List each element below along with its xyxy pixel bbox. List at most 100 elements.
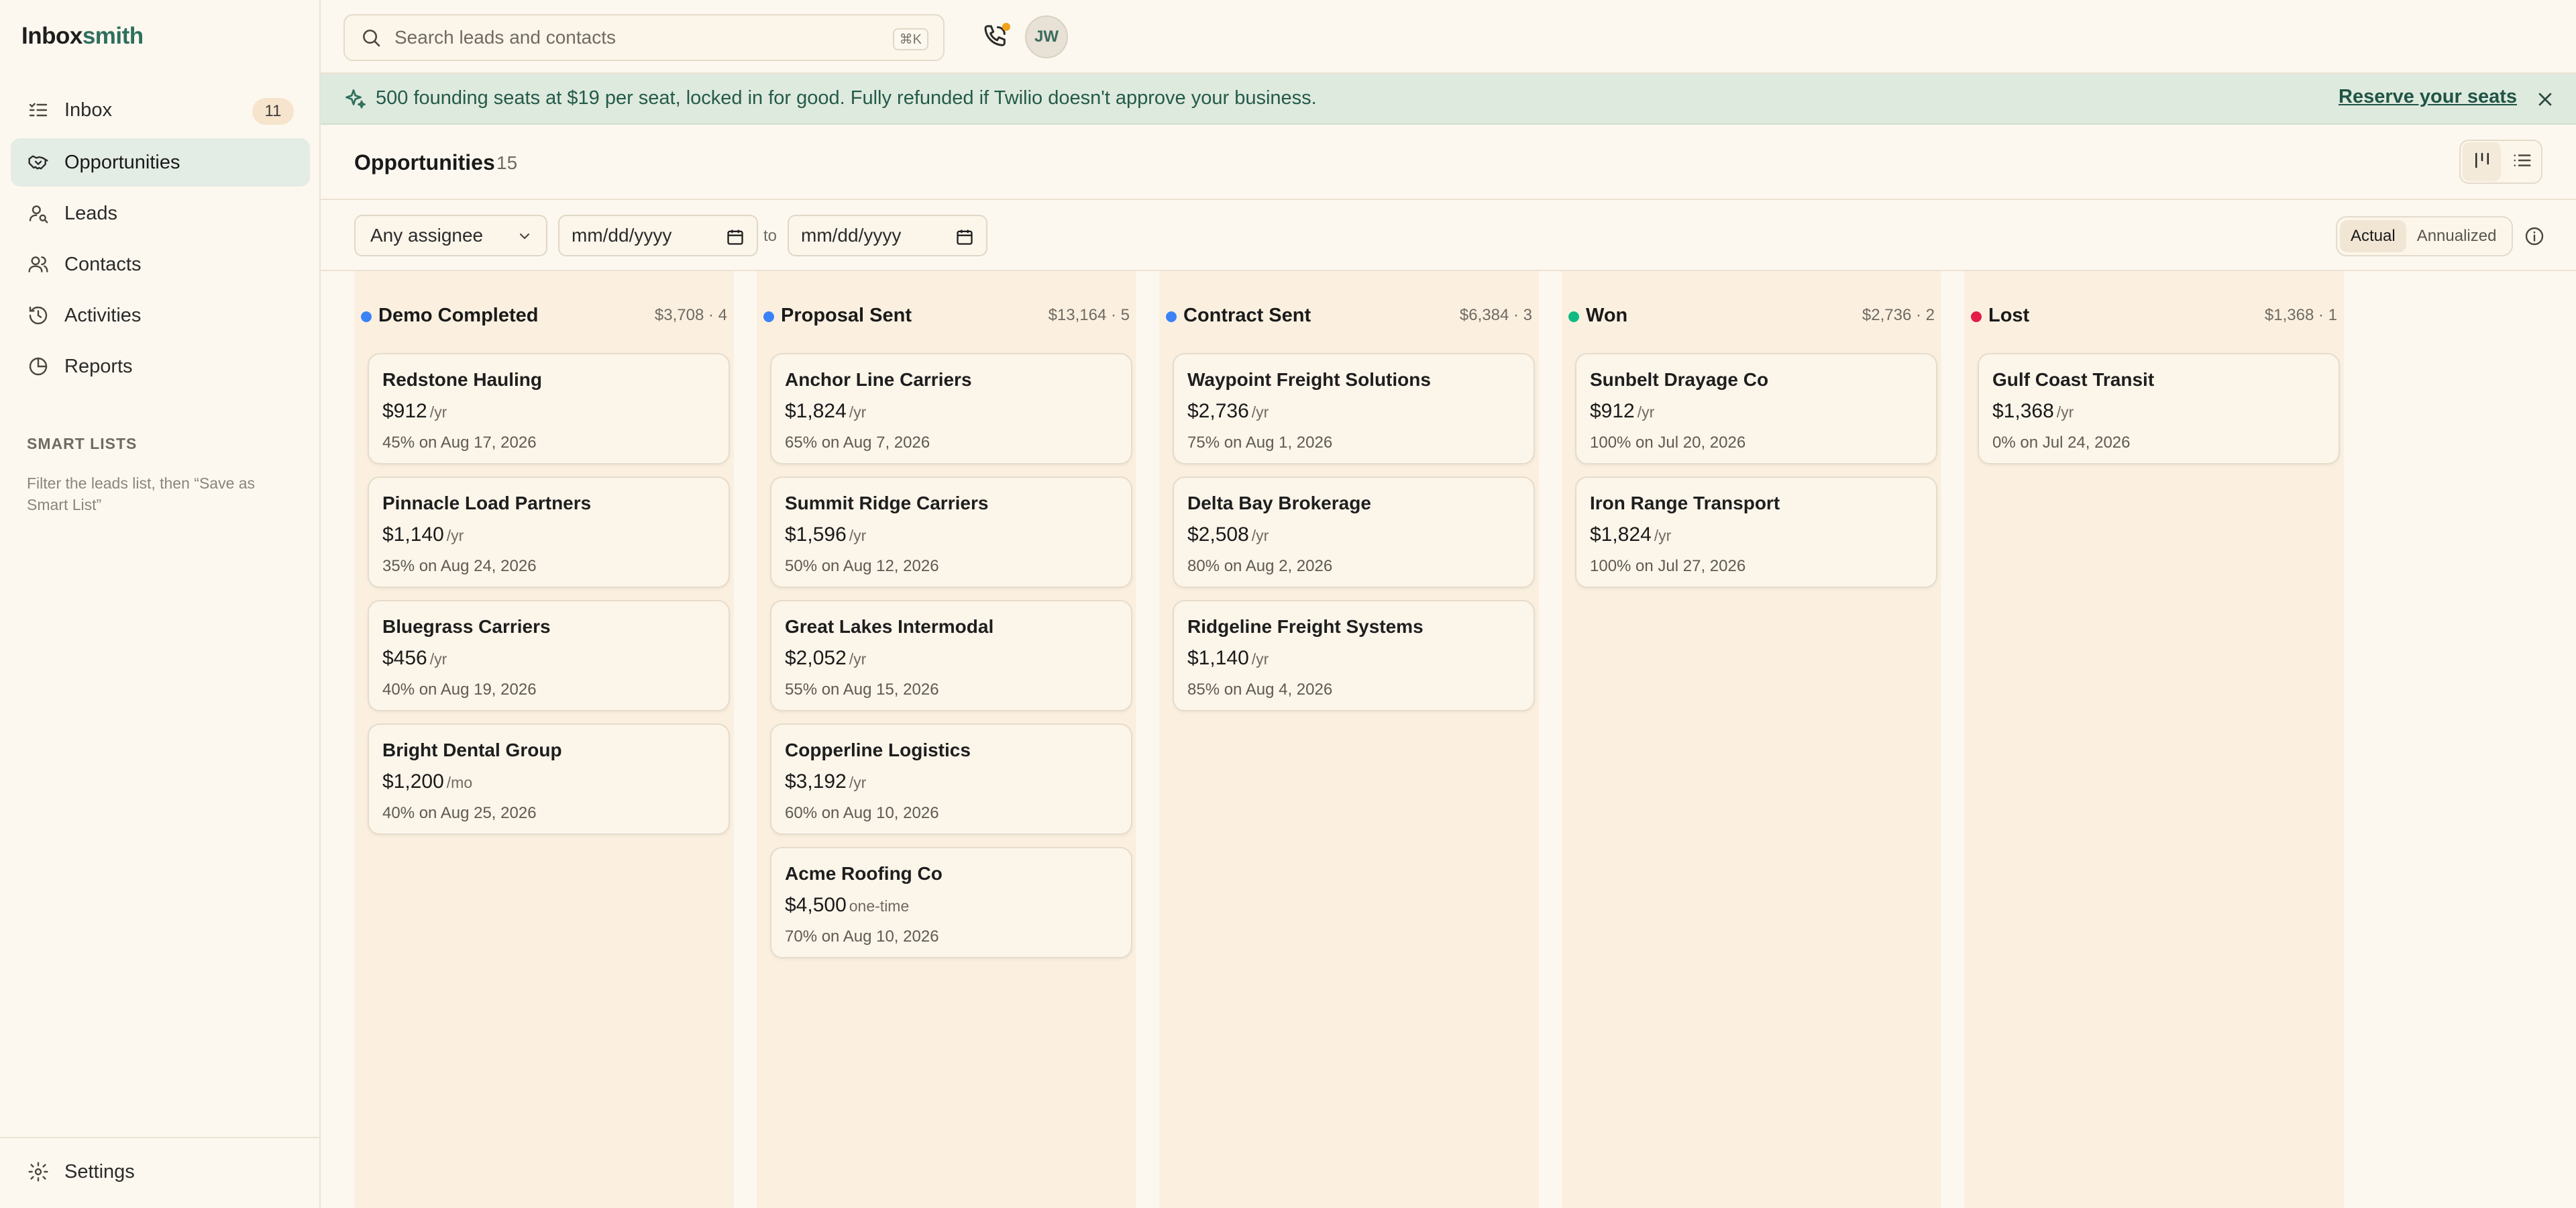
card-title: Anchor Line Carriers xyxy=(785,369,972,390)
opportunity-card[interactable]: Summit Ridge Carriers $1,596/yr 50% on A… xyxy=(770,476,1132,588)
sparkles-icon xyxy=(343,87,368,111)
card-title: Copperline Logistics xyxy=(785,740,971,760)
reserve-seats-link[interactable]: Reserve your seats xyxy=(2339,86,2517,108)
opportunity-card[interactable]: Delta Bay Brokerage $2,508/yr 80% on Aug… xyxy=(1173,476,1535,588)
card-amount-unit: /mo xyxy=(446,774,473,791)
smart-lists-heading: SMART LISTS xyxy=(27,435,138,452)
user-search-icon xyxy=(27,202,50,225)
card-title: Iron Range Transport xyxy=(1590,493,1780,513)
card-amount: $1,140/yr xyxy=(382,523,464,546)
card-amount: $1,140/yr xyxy=(1187,647,1269,670)
start-date-input[interactable]: mm/dd/yyyy xyxy=(558,215,758,256)
banner-message: 500 founding seats at $19 per seat, lock… xyxy=(376,87,1317,109)
pipeline-column-contract-sent: Contract Sent $6,384 · 3 Waypoint Freigh… xyxy=(1159,271,1539,1208)
card-amount-unit: /yr xyxy=(429,650,447,668)
card-amount-value: $4,500 xyxy=(785,894,847,916)
opportunity-card[interactable]: Pinnacle Load Partners $1,140/yr 35% on … xyxy=(368,476,730,588)
handshake-icon xyxy=(27,151,50,174)
board-view-button[interactable] xyxy=(2463,142,2501,181)
pipeline-column-demo-completed: Demo Completed $3,708 · 4 Redstone Hauli… xyxy=(354,271,734,1208)
card-title: Gulf Coast Transit xyxy=(1992,369,2155,390)
card-amount-value: $1,140 xyxy=(382,523,444,546)
opportunity-card[interactable]: Great Lakes Intermodal $2,052/yr 55% on … xyxy=(770,600,1132,711)
info-icon[interactable] xyxy=(2524,225,2545,247)
sidebar-item-settings[interactable]: Settings xyxy=(11,1148,310,1196)
sidebar-divider xyxy=(0,1137,321,1138)
calendar-icon[interactable] xyxy=(726,228,745,246)
phone-button[interactable] xyxy=(982,23,1010,51)
sidebar-item-label: Contacts xyxy=(64,253,142,275)
card-probability-date: 100% on Jul 27, 2026 xyxy=(1590,557,1746,575)
calendar-icon[interactable] xyxy=(955,228,974,246)
card-amount-value: $456 xyxy=(382,647,427,669)
opportunity-card[interactable]: Sunbelt Drayage Co $912/yr 100% on Jul 2… xyxy=(1575,353,1937,464)
page-title: Opportunities xyxy=(354,150,495,174)
gear-icon xyxy=(27,1160,50,1183)
opportunity-card[interactable]: Redstone Hauling $912/yr 45% on Aug 17, … xyxy=(368,353,730,464)
opportunity-card[interactable]: Waypoint Freight Solutions $2,736/yr 75%… xyxy=(1173,353,1535,464)
actual-mode-button[interactable]: Actual xyxy=(2340,220,2406,252)
sidebar-item-leads[interactable]: Leads xyxy=(11,189,310,238)
annualized-mode-button[interactable]: Annualized xyxy=(2406,220,2508,252)
list-view-button[interactable] xyxy=(2503,142,2541,181)
search-shortcut-hint: ⌘K xyxy=(892,28,928,50)
filter-bar: Any assignee mm/dd/yyyy to mm/dd/yyyy Ac… xyxy=(321,200,2576,271)
logo-text-main: Inbox xyxy=(21,23,83,49)
sidebar-item-reports[interactable]: Reports xyxy=(11,342,310,391)
stage-color-dot xyxy=(1971,311,1982,322)
column-title: Contract Sent xyxy=(1183,305,1311,326)
opportunity-card[interactable]: Bright Dental Group $1,200/mo 40% on Aug… xyxy=(368,723,730,835)
search-input[interactable]: Search leads and contacts ⌘K xyxy=(343,14,945,61)
close-icon[interactable] xyxy=(2534,89,2556,110)
page-header: Opportunities 15 xyxy=(321,125,2576,200)
sidebar-item-inbox[interactable]: Inbox 11 xyxy=(11,86,310,134)
notification-dot xyxy=(1002,23,1010,31)
opportunity-card[interactable]: Bluegrass Carriers $456/yr 40% on Aug 19… xyxy=(368,600,730,711)
opportunity-card[interactable]: Acme Roofing Co $4,500 one-time 70% on Au… xyxy=(770,847,1132,958)
card-amount-value: $2,736 xyxy=(1187,400,1249,422)
card-probability-date: 35% on Aug 24, 2026 xyxy=(382,557,537,575)
card-amount-value: $912 xyxy=(1590,400,1635,422)
opportunity-card[interactable]: Copperline Logistics $3,192/yr 60% on Au… xyxy=(770,723,1132,835)
assignee-select[interactable]: Any assignee xyxy=(354,215,547,256)
users-icon xyxy=(27,253,50,276)
view-toggle xyxy=(2459,140,2542,184)
sidebar-item-contacts[interactable]: Contacts xyxy=(11,240,310,289)
card-amount: $456/yr xyxy=(382,647,447,670)
column-title: Demo Completed xyxy=(378,305,539,326)
column-total: $1,368 · 1 xyxy=(2264,306,2337,324)
pipeline-column-won: Won $2,736 · 2 Sunbelt Drayage Co $912/y… xyxy=(1562,271,1941,1208)
card-amount-unit: /yr xyxy=(1654,527,1672,544)
card-amount-value: $912 xyxy=(382,400,427,422)
column-header: Proposal Sent $13,164 · 5 xyxy=(757,303,1136,333)
opportunity-count: 15 xyxy=(496,152,518,173)
card-probability-date: 70% on Aug 10, 2026 xyxy=(785,927,939,946)
opportunity-card[interactable]: Gulf Coast Transit $1,368/yr 0% on Jul 2… xyxy=(1978,353,2340,464)
user-avatar[interactable]: JW xyxy=(1025,15,1068,58)
card-title: Great Lakes Intermodal xyxy=(785,616,994,637)
card-amount: $1,824/yr xyxy=(785,400,866,423)
card-probability-date: 40% on Aug 25, 2026 xyxy=(382,804,537,822)
card-probability-date: 0% on Jul 24, 2026 xyxy=(1992,434,2131,452)
card-title: Bluegrass Carriers xyxy=(382,616,551,637)
opportunity-card[interactable]: Iron Range Transport $1,824/yr 100% on J… xyxy=(1575,476,1937,588)
card-title: Bright Dental Group xyxy=(382,740,562,760)
card-probability-date: 45% on Aug 17, 2026 xyxy=(382,434,537,452)
opportunity-card[interactable]: Anchor Line Carriers $1,824/yr 65% on Au… xyxy=(770,353,1132,464)
stage-color-dot xyxy=(361,311,372,322)
chevron-down-icon xyxy=(517,228,533,244)
app-logo[interactable]: Inboxsmith xyxy=(21,23,144,50)
sidebar-item-opportunities[interactable]: Opportunities xyxy=(11,138,310,187)
end-date-input[interactable]: mm/dd/yyyy xyxy=(788,215,987,256)
opportunity-card[interactable]: Ridgeline Freight Systems $1,140/yr 85% … xyxy=(1173,600,1535,711)
card-amount-unit: /yr xyxy=(849,650,867,668)
pipeline-board: Demo Completed $3,708 · 4 Redstone Hauli… xyxy=(321,271,2576,1208)
column-header: Contract Sent $6,384 · 3 xyxy=(1159,303,1539,333)
card-amount-unit: /yr xyxy=(429,403,447,421)
sidebar-item-label: Opportunities xyxy=(64,151,180,173)
column-total: $13,164 · 5 xyxy=(1048,306,1130,324)
sidebar-item-activities[interactable]: Activities xyxy=(11,291,310,340)
card-title: Summit Ridge Carriers xyxy=(785,493,989,513)
stage-color-dot xyxy=(763,311,774,322)
card-probability-date: 80% on Aug 2, 2026 xyxy=(1187,557,1333,575)
